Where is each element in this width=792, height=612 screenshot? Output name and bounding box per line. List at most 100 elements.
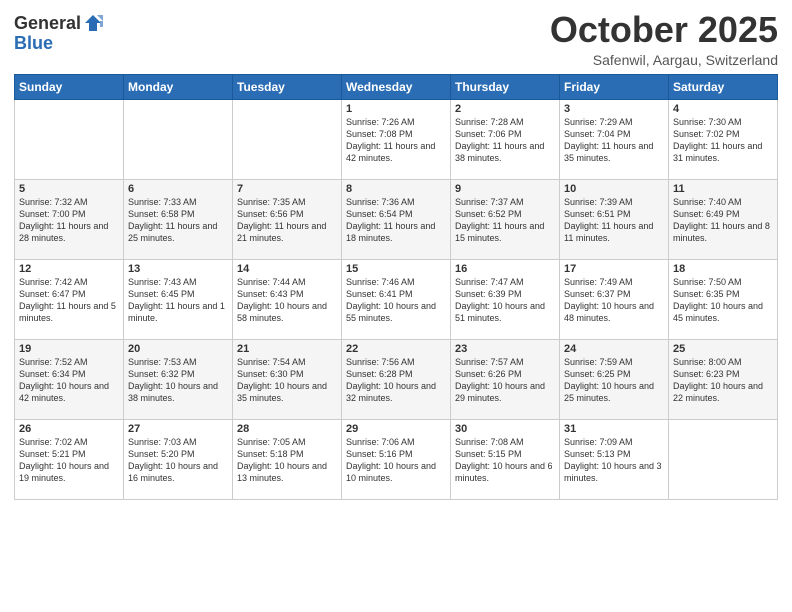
table-row: 16Sunrise: 7:47 AM Sunset: 6:39 PM Dayli… <box>451 259 560 339</box>
day-info: Sunrise: 7:05 AM Sunset: 5:18 PM Dayligh… <box>237 436 337 485</box>
table-row: 2Sunrise: 7:28 AM Sunset: 7:06 PM Daylig… <box>451 99 560 179</box>
day-info: Sunrise: 7:47 AM Sunset: 6:39 PM Dayligh… <box>455 276 555 325</box>
table-row: 17Sunrise: 7:49 AM Sunset: 6:37 PM Dayli… <box>560 259 669 339</box>
table-row: 29Sunrise: 7:06 AM Sunset: 5:16 PM Dayli… <box>342 419 451 499</box>
day-number: 22 <box>346 343 446 355</box>
table-row: 11Sunrise: 7:40 AM Sunset: 6:49 PM Dayli… <box>669 179 778 259</box>
day-info: Sunrise: 7:02 AM Sunset: 5:21 PM Dayligh… <box>19 436 119 485</box>
day-info: Sunrise: 7:42 AM Sunset: 6:47 PM Dayligh… <box>19 276 119 325</box>
day-info: Sunrise: 7:43 AM Sunset: 6:45 PM Dayligh… <box>128 276 228 325</box>
day-number: 24 <box>564 343 664 355</box>
table-row: 22Sunrise: 7:56 AM Sunset: 6:28 PM Dayli… <box>342 339 451 419</box>
day-info: Sunrise: 7:37 AM Sunset: 6:52 PM Dayligh… <box>455 196 555 245</box>
table-row: 14Sunrise: 7:44 AM Sunset: 6:43 PM Dayli… <box>233 259 342 339</box>
table-row: 15Sunrise: 7:46 AM Sunset: 6:41 PM Dayli… <box>342 259 451 339</box>
calendar-week-row: 5Sunrise: 7:32 AM Sunset: 7:00 PM Daylig… <box>15 179 778 259</box>
title-block: October 2025 Safenwil, Aargau, Switzerla… <box>550 10 778 68</box>
day-number: 4 <box>673 103 773 115</box>
day-info: Sunrise: 7:44 AM Sunset: 6:43 PM Dayligh… <box>237 276 337 325</box>
day-number: 25 <box>673 343 773 355</box>
day-number: 2 <box>455 103 555 115</box>
day-info: Sunrise: 7:39 AM Sunset: 6:51 PM Dayligh… <box>564 196 664 245</box>
table-row: 7Sunrise: 7:35 AM Sunset: 6:56 PM Daylig… <box>233 179 342 259</box>
day-info: Sunrise: 7:57 AM Sunset: 6:26 PM Dayligh… <box>455 356 555 405</box>
day-number: 11 <box>673 183 773 195</box>
table-row: 9Sunrise: 7:37 AM Sunset: 6:52 PM Daylig… <box>451 179 560 259</box>
table-row: 30Sunrise: 7:08 AM Sunset: 5:15 PM Dayli… <box>451 419 560 499</box>
day-number: 6 <box>128 183 228 195</box>
day-info: Sunrise: 7:30 AM Sunset: 7:02 PM Dayligh… <box>673 116 773 165</box>
logo-blue: Blue <box>14 34 53 54</box>
day-number: 13 <box>128 263 228 275</box>
day-number: 15 <box>346 263 446 275</box>
col-friday: Friday <box>560 74 669 99</box>
day-number: 9 <box>455 183 555 195</box>
day-info: Sunrise: 7:08 AM Sunset: 5:15 PM Dayligh… <box>455 436 555 485</box>
table-row: 12Sunrise: 7:42 AM Sunset: 6:47 PM Dayli… <box>15 259 124 339</box>
table-row: 4Sunrise: 7:30 AM Sunset: 7:02 PM Daylig… <box>669 99 778 179</box>
day-info: Sunrise: 8:00 AM Sunset: 6:23 PM Dayligh… <box>673 356 773 405</box>
day-info: Sunrise: 7:50 AM Sunset: 6:35 PM Dayligh… <box>673 276 773 325</box>
calendar-week-row: 12Sunrise: 7:42 AM Sunset: 6:47 PM Dayli… <box>15 259 778 339</box>
logo-general: General <box>14 14 81 34</box>
day-number: 3 <box>564 103 664 115</box>
table-row: 18Sunrise: 7:50 AM Sunset: 6:35 PM Dayli… <box>669 259 778 339</box>
table-row <box>124 99 233 179</box>
day-number: 8 <box>346 183 446 195</box>
table-row: 6Sunrise: 7:33 AM Sunset: 6:58 PM Daylig… <box>124 179 233 259</box>
day-info: Sunrise: 7:06 AM Sunset: 5:16 PM Dayligh… <box>346 436 446 485</box>
table-row: 26Sunrise: 7:02 AM Sunset: 5:21 PM Dayli… <box>15 419 124 499</box>
month-title: October 2025 <box>550 10 778 50</box>
day-number: 29 <box>346 423 446 435</box>
day-number: 19 <box>19 343 119 355</box>
day-info: Sunrise: 7:26 AM Sunset: 7:08 PM Dayligh… <box>346 116 446 165</box>
logo: General Blue <box>14 14 103 54</box>
day-info: Sunrise: 7:49 AM Sunset: 6:37 PM Dayligh… <box>564 276 664 325</box>
day-number: 7 <box>237 183 337 195</box>
table-row: 19Sunrise: 7:52 AM Sunset: 6:34 PM Dayli… <box>15 339 124 419</box>
table-row: 31Sunrise: 7:09 AM Sunset: 5:13 PM Dayli… <box>560 419 669 499</box>
day-info: Sunrise: 7:54 AM Sunset: 6:30 PM Dayligh… <box>237 356 337 405</box>
calendar-week-row: 19Sunrise: 7:52 AM Sunset: 6:34 PM Dayli… <box>15 339 778 419</box>
day-number: 21 <box>237 343 337 355</box>
day-number: 10 <box>564 183 664 195</box>
day-info: Sunrise: 7:09 AM Sunset: 5:13 PM Dayligh… <box>564 436 664 485</box>
table-row: 24Sunrise: 7:59 AM Sunset: 6:25 PM Dayli… <box>560 339 669 419</box>
day-number: 14 <box>237 263 337 275</box>
col-saturday: Saturday <box>669 74 778 99</box>
day-info: Sunrise: 7:53 AM Sunset: 6:32 PM Dayligh… <box>128 356 228 405</box>
table-row: 1Sunrise: 7:26 AM Sunset: 7:08 PM Daylig… <box>342 99 451 179</box>
col-tuesday: Tuesday <box>233 74 342 99</box>
day-number: 27 <box>128 423 228 435</box>
col-wednesday: Wednesday <box>342 74 451 99</box>
calendar-week-row: 26Sunrise: 7:02 AM Sunset: 5:21 PM Dayli… <box>15 419 778 499</box>
location: Safenwil, Aargau, Switzerland <box>550 52 778 68</box>
table-row: 3Sunrise: 7:29 AM Sunset: 7:04 PM Daylig… <box>560 99 669 179</box>
day-number: 20 <box>128 343 228 355</box>
day-info: Sunrise: 7:59 AM Sunset: 6:25 PM Dayligh… <box>564 356 664 405</box>
table-row: 28Sunrise: 7:05 AM Sunset: 5:18 PM Dayli… <box>233 419 342 499</box>
day-number: 17 <box>564 263 664 275</box>
table-row <box>233 99 342 179</box>
table-row: 8Sunrise: 7:36 AM Sunset: 6:54 PM Daylig… <box>342 179 451 259</box>
day-info: Sunrise: 7:36 AM Sunset: 6:54 PM Dayligh… <box>346 196 446 245</box>
day-info: Sunrise: 7:29 AM Sunset: 7:04 PM Dayligh… <box>564 116 664 165</box>
table-row <box>15 99 124 179</box>
col-monday: Monday <box>124 74 233 99</box>
header: General Blue October 2025 Safenwil, Aarg… <box>14 10 778 68</box>
page: General Blue October 2025 Safenwil, Aarg… <box>0 0 792 612</box>
table-row: 27Sunrise: 7:03 AM Sunset: 5:20 PM Dayli… <box>124 419 233 499</box>
day-info: Sunrise: 7:33 AM Sunset: 6:58 PM Dayligh… <box>128 196 228 245</box>
calendar: Sunday Monday Tuesday Wednesday Thursday… <box>14 74 778 500</box>
table-row: 23Sunrise: 7:57 AM Sunset: 6:26 PM Dayli… <box>451 339 560 419</box>
table-row <box>669 419 778 499</box>
day-number: 18 <box>673 263 773 275</box>
table-row: 13Sunrise: 7:43 AM Sunset: 6:45 PM Dayli… <box>124 259 233 339</box>
calendar-header-row: Sunday Monday Tuesday Wednesday Thursday… <box>15 74 778 99</box>
day-number: 31 <box>564 423 664 435</box>
table-row: 10Sunrise: 7:39 AM Sunset: 6:51 PM Dayli… <box>560 179 669 259</box>
day-number: 5 <box>19 183 119 195</box>
day-info: Sunrise: 7:52 AM Sunset: 6:34 PM Dayligh… <box>19 356 119 405</box>
table-row: 25Sunrise: 8:00 AM Sunset: 6:23 PM Dayli… <box>669 339 778 419</box>
day-number: 23 <box>455 343 555 355</box>
